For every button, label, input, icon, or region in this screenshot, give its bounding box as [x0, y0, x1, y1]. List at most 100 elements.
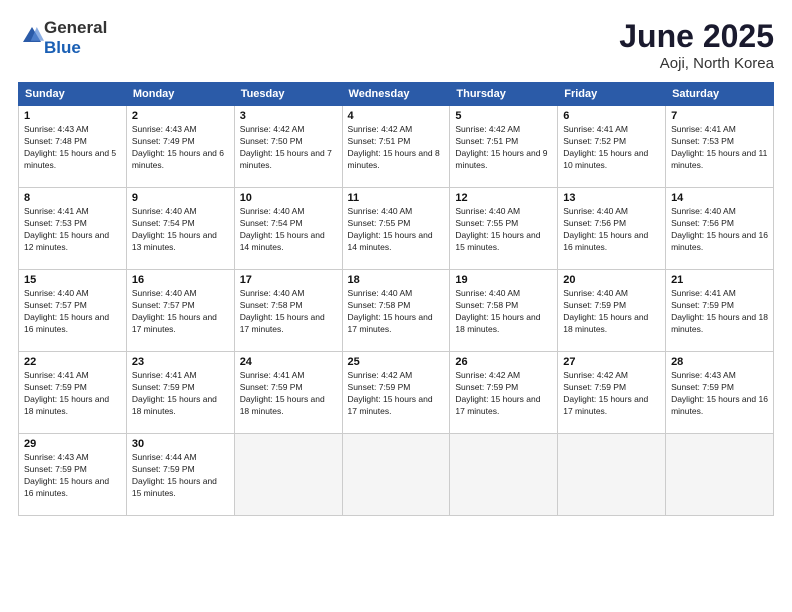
day-info: Sunrise: 4:42 AM Sunset: 7:50 PM Dayligh… — [240, 124, 337, 172]
day-number: 26 — [455, 356, 552, 368]
calendar-header-monday: Monday — [126, 83, 234, 106]
calendar-cell: 5 Sunrise: 4:42 AM Sunset: 7:51 PM Dayli… — [450, 106, 558, 188]
calendar-cell: 15 Sunrise: 4:40 AM Sunset: 7:57 PM Dayl… — [19, 270, 127, 352]
calendar-cell: 23 Sunrise: 4:41 AM Sunset: 7:59 PM Dayl… — [126, 352, 234, 434]
calendar-cell: 3 Sunrise: 4:42 AM Sunset: 7:50 PM Dayli… — [234, 106, 342, 188]
page: General Blue June 2025 Aoji, North Korea… — [0, 0, 792, 612]
day-number: 9 — [132, 192, 229, 204]
day-info: Sunrise: 4:40 AM Sunset: 7:57 PM Dayligh… — [24, 288, 121, 336]
day-info: Sunrise: 4:41 AM Sunset: 7:53 PM Dayligh… — [671, 124, 768, 172]
calendar-cell: 26 Sunrise: 4:42 AM Sunset: 7:59 PM Dayl… — [450, 352, 558, 434]
day-number: 10 — [240, 192, 337, 204]
calendar-header-friday: Friday — [558, 83, 666, 106]
day-number: 5 — [455, 110, 552, 122]
calendar-cell — [342, 434, 450, 516]
day-number: 8 — [24, 192, 121, 204]
calendar-cell: 16 Sunrise: 4:40 AM Sunset: 7:57 PM Dayl… — [126, 270, 234, 352]
day-info: Sunrise: 4:43 AM Sunset: 7:59 PM Dayligh… — [24, 452, 121, 500]
calendar-week-row: 29 Sunrise: 4:43 AM Sunset: 7:59 PM Dayl… — [19, 434, 774, 516]
day-info: Sunrise: 4:40 AM Sunset: 7:58 PM Dayligh… — [348, 288, 445, 336]
calendar-cell: 30 Sunrise: 4:44 AM Sunset: 7:59 PM Dayl… — [126, 434, 234, 516]
calendar-cell: 28 Sunrise: 4:43 AM Sunset: 7:59 PM Dayl… — [666, 352, 774, 434]
calendar-cell: 24 Sunrise: 4:41 AM Sunset: 7:59 PM Dayl… — [234, 352, 342, 434]
day-info: Sunrise: 4:43 AM Sunset: 7:59 PM Dayligh… — [671, 370, 768, 418]
logo-blue: Blue — [44, 38, 81, 57]
day-number: 13 — [563, 192, 660, 204]
day-info: Sunrise: 4:40 AM Sunset: 7:54 PM Dayligh… — [240, 206, 337, 254]
day-info: Sunrise: 4:41 AM Sunset: 7:59 PM Dayligh… — [240, 370, 337, 418]
logo-icon — [20, 24, 44, 48]
calendar-cell — [234, 434, 342, 516]
calendar-cell: 17 Sunrise: 4:40 AM Sunset: 7:58 PM Dayl… — [234, 270, 342, 352]
calendar-cell: 19 Sunrise: 4:40 AM Sunset: 7:58 PM Dayl… — [450, 270, 558, 352]
calendar-cell: 18 Sunrise: 4:40 AM Sunset: 7:58 PM Dayl… — [342, 270, 450, 352]
day-number: 12 — [455, 192, 552, 204]
calendar-cell: 9 Sunrise: 4:40 AM Sunset: 7:54 PM Dayli… — [126, 188, 234, 270]
title-block: June 2025 Aoji, North Korea — [619, 18, 774, 72]
day-number: 19 — [455, 274, 552, 286]
day-info: Sunrise: 4:40 AM Sunset: 7:56 PM Dayligh… — [563, 206, 660, 254]
calendar-header-wednesday: Wednesday — [342, 83, 450, 106]
day-number: 2 — [132, 110, 229, 122]
day-info: Sunrise: 4:41 AM Sunset: 7:59 PM Dayligh… — [24, 370, 121, 418]
calendar-header-tuesday: Tuesday — [234, 83, 342, 106]
day-number: 7 — [671, 110, 768, 122]
day-number: 29 — [24, 438, 121, 450]
header: General Blue June 2025 Aoji, North Korea — [18, 18, 774, 72]
day-info: Sunrise: 4:40 AM Sunset: 7:56 PM Dayligh… — [671, 206, 768, 254]
calendar-header-saturday: Saturday — [666, 83, 774, 106]
calendar-week-row: 1 Sunrise: 4:43 AM Sunset: 7:48 PM Dayli… — [19, 106, 774, 188]
calendar-header-thursday: Thursday — [450, 83, 558, 106]
day-info: Sunrise: 4:41 AM Sunset: 7:59 PM Dayligh… — [671, 288, 768, 336]
logo: General Blue — [18, 18, 107, 58]
calendar-cell: 21 Sunrise: 4:41 AM Sunset: 7:59 PM Dayl… — [666, 270, 774, 352]
calendar-cell: 14 Sunrise: 4:40 AM Sunset: 7:56 PM Dayl… — [666, 188, 774, 270]
calendar-cell: 2 Sunrise: 4:43 AM Sunset: 7:49 PM Dayli… — [126, 106, 234, 188]
day-info: Sunrise: 4:41 AM Sunset: 7:52 PM Dayligh… — [563, 124, 660, 172]
day-number: 3 — [240, 110, 337, 122]
day-info: Sunrise: 4:40 AM Sunset: 7:55 PM Dayligh… — [348, 206, 445, 254]
day-info: Sunrise: 4:40 AM Sunset: 7:58 PM Dayligh… — [455, 288, 552, 336]
calendar-cell: 8 Sunrise: 4:41 AM Sunset: 7:53 PM Dayli… — [19, 188, 127, 270]
day-number: 1 — [24, 110, 121, 122]
calendar-cell: 11 Sunrise: 4:40 AM Sunset: 7:55 PM Dayl… — [342, 188, 450, 270]
calendar-cell: 27 Sunrise: 4:42 AM Sunset: 7:59 PM Dayl… — [558, 352, 666, 434]
calendar-cell: 4 Sunrise: 4:42 AM Sunset: 7:51 PM Dayli… — [342, 106, 450, 188]
calendar-cell: 13 Sunrise: 4:40 AM Sunset: 7:56 PM Dayl… — [558, 188, 666, 270]
day-number: 30 — [132, 438, 229, 450]
calendar-table: SundayMondayTuesdayWednesdayThursdayFrid… — [18, 82, 774, 516]
day-number: 23 — [132, 356, 229, 368]
day-info: Sunrise: 4:40 AM Sunset: 7:57 PM Dayligh… — [132, 288, 229, 336]
day-number: 28 — [671, 356, 768, 368]
calendar-cell: 20 Sunrise: 4:40 AM Sunset: 7:59 PM Dayl… — [558, 270, 666, 352]
calendar-cell — [666, 434, 774, 516]
day-info: Sunrise: 4:40 AM Sunset: 7:58 PM Dayligh… — [240, 288, 337, 336]
calendar-week-row: 15 Sunrise: 4:40 AM Sunset: 7:57 PM Dayl… — [19, 270, 774, 352]
day-info: Sunrise: 4:43 AM Sunset: 7:49 PM Dayligh… — [132, 124, 229, 172]
day-info: Sunrise: 4:42 AM Sunset: 7:51 PM Dayligh… — [348, 124, 445, 172]
day-number: 24 — [240, 356, 337, 368]
day-number: 27 — [563, 356, 660, 368]
logo-general: General — [44, 18, 107, 37]
calendar-cell: 10 Sunrise: 4:40 AM Sunset: 7:54 PM Dayl… — [234, 188, 342, 270]
day-info: Sunrise: 4:44 AM Sunset: 7:59 PM Dayligh… — [132, 452, 229, 500]
calendar-cell: 6 Sunrise: 4:41 AM Sunset: 7:52 PM Dayli… — [558, 106, 666, 188]
location-title: Aoji, North Korea — [619, 55, 774, 72]
calendar-cell: 22 Sunrise: 4:41 AM Sunset: 7:59 PM Dayl… — [19, 352, 127, 434]
day-number: 20 — [563, 274, 660, 286]
day-number: 25 — [348, 356, 445, 368]
day-info: Sunrise: 4:40 AM Sunset: 7:59 PM Dayligh… — [563, 288, 660, 336]
day-info: Sunrise: 4:41 AM Sunset: 7:53 PM Dayligh… — [24, 206, 121, 254]
day-number: 4 — [348, 110, 445, 122]
calendar-cell: 12 Sunrise: 4:40 AM Sunset: 7:55 PM Dayl… — [450, 188, 558, 270]
logo-block — [18, 24, 44, 53]
calendar-cell: 1 Sunrise: 4:43 AM Sunset: 7:48 PM Dayli… — [19, 106, 127, 188]
day-number: 11 — [348, 192, 445, 204]
day-number: 16 — [132, 274, 229, 286]
day-number: 6 — [563, 110, 660, 122]
calendar-cell — [558, 434, 666, 516]
day-info: Sunrise: 4:42 AM Sunset: 7:59 PM Dayligh… — [348, 370, 445, 418]
day-info: Sunrise: 4:42 AM Sunset: 7:59 PM Dayligh… — [455, 370, 552, 418]
calendar-cell — [450, 434, 558, 516]
day-number: 22 — [24, 356, 121, 368]
